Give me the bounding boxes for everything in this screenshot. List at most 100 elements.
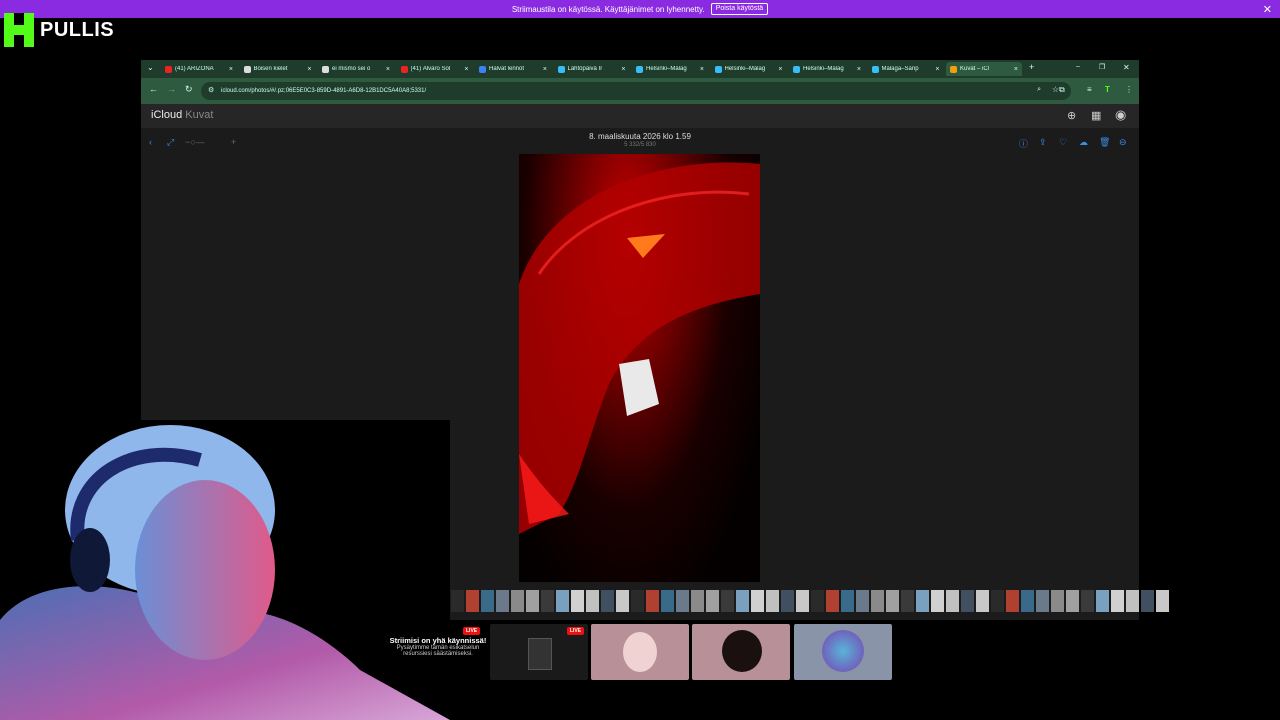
- filmstrip-thumbnail[interactable]: [676, 590, 689, 612]
- browser-tab[interactable]: Helsinki–Málag ×: [711, 62, 787, 76]
- filmstrip-thumbnail[interactable]: [616, 590, 629, 612]
- delete-icon[interactable]: 🗑: [1099, 137, 1110, 148]
- tab-close-icon[interactable]: ×: [307, 66, 311, 73]
- filmstrip-thumbnail[interactable]: [706, 590, 719, 612]
- browser-tab[interactable]: Halvat lennot ×: [475, 62, 551, 76]
- tab-close-icon[interactable]: ×: [778, 66, 782, 73]
- filmstrip-thumbnail[interactable]: [1096, 590, 1109, 612]
- filmstrip-thumbnail[interactable]: [481, 590, 494, 612]
- filmstrip-thumbnail[interactable]: [571, 590, 584, 612]
- filmstrip-thumbnail[interactable]: [826, 590, 839, 612]
- new-tab-button[interactable]: +: [1029, 62, 1034, 72]
- close-window-button[interactable]: ✕: [1123, 63, 1130, 72]
- tab-close-icon[interactable]: ×: [543, 66, 547, 73]
- filmstrip-thumbnail[interactable]: [511, 590, 524, 612]
- filmstrip-thumbnail[interactable]: [1066, 590, 1079, 612]
- filmstrip-thumbnail[interactable]: [601, 590, 614, 612]
- filmstrip-thumbnail[interactable]: [1126, 590, 1139, 612]
- filmstrip-thumbnail[interactable]: [796, 590, 809, 612]
- back-icon[interactable]: ←: [149, 84, 158, 94]
- preview-card-avatar-1[interactable]: [591, 624, 689, 680]
- photo-image[interactable]: [519, 154, 760, 582]
- preview-card-avatar-3[interactable]: [794, 624, 892, 680]
- app-grid-icon[interactable]: ▦: [1091, 109, 1101, 122]
- filmstrip-thumbnail[interactable]: [901, 590, 914, 612]
- filmstrip-thumbnail[interactable]: [691, 590, 704, 612]
- forward-icon[interactable]: →: [167, 84, 176, 94]
- more-options-icon[interactable]: ⊖: [1119, 137, 1127, 148]
- filmstrip-thumbnail[interactable]: [721, 590, 734, 612]
- filmstrip-thumbnail[interactable]: [1021, 590, 1034, 612]
- filmstrip-thumbnail[interactable]: [451, 590, 464, 612]
- filmstrip-thumbnail[interactable]: [751, 590, 764, 612]
- zoom-icon[interactable]: ⌕: [1037, 86, 1041, 94]
- filmstrip-thumbnail[interactable]: [1051, 590, 1064, 612]
- filmstrip-thumbnail[interactable]: [1156, 590, 1169, 612]
- browser-tab[interactable]: (41) ARIZONA ×: [161, 62, 237, 76]
- icloud-title[interactable]: iCloud Kuvat: [151, 109, 213, 121]
- info-icon[interactable]: ⓘ: [1019, 137, 1028, 150]
- browser-tab[interactable]: (41) Álvaro Sol ×: [397, 62, 473, 76]
- disable-streamer-mode-button[interactable]: Poista käytöstä: [710, 3, 769, 15]
- filmstrip-thumbnail[interactable]: [886, 590, 899, 612]
- browser-tab[interactable]: Boisen kielet ×: [240, 62, 316, 76]
- browser-menu-icon[interactable]: ⋮: [1125, 85, 1133, 94]
- tab-close-icon[interactable]: ×: [700, 66, 704, 73]
- filmstrip-thumbnail[interactable]: [961, 590, 974, 612]
- browser-tab[interactable]: Lähtöpäivä Ir ×: [554, 62, 630, 76]
- favorite-heart-icon[interactable]: ♡: [1059, 137, 1067, 148]
- tab-close-icon[interactable]: ×: [935, 66, 939, 73]
- banner-close-icon[interactable]: ✕: [1263, 3, 1272, 16]
- filmstrip-thumbnail[interactable]: [781, 590, 794, 612]
- filmstrip-thumbnail[interactable]: [1111, 590, 1124, 612]
- tab-close-icon[interactable]: ×: [1014, 66, 1018, 73]
- filmstrip-thumbnail[interactable]: [661, 590, 674, 612]
- download-icon[interactable]: ☁: [1079, 137, 1088, 148]
- filmstrip-thumbnail[interactable]: [1036, 590, 1049, 612]
- preview-card-avatar-2[interactable]: [692, 624, 790, 680]
- browser-tab[interactable]: Kuvat – iCl ×: [946, 62, 1022, 76]
- filmstrip-thumbnail[interactable]: [526, 590, 539, 612]
- filmstrip-thumbnail[interactable]: [1081, 590, 1094, 612]
- filmstrip-thumbnail[interactable]: [1141, 590, 1154, 612]
- filmstrip-thumbnail[interactable]: [586, 590, 599, 612]
- filmstrip-thumbnail[interactable]: [556, 590, 569, 612]
- filmstrip-thumbnail[interactable]: [976, 590, 989, 612]
- tab-close-icon[interactable]: ×: [464, 66, 468, 73]
- filmstrip-thumbnail[interactable]: [541, 590, 554, 612]
- filmstrip-thumbnail[interactable]: [946, 590, 959, 612]
- filmstrip-thumbnail[interactable]: [631, 590, 644, 612]
- plus-circle-icon[interactable]: ⊕: [1067, 109, 1076, 122]
- media-icon[interactable]: ≡: [1087, 85, 1092, 94]
- filmstrip-thumbnail[interactable]: [646, 590, 659, 612]
- browser-tab[interactable]: Helsinki–Málag ×: [632, 62, 708, 76]
- tab-close-icon[interactable]: ×: [386, 66, 390, 73]
- filmstrip-thumbnail[interactable]: [991, 590, 1004, 612]
- filmstrip-thumbnail[interactable]: [1006, 590, 1019, 612]
- maximize-button[interactable]: ❐: [1099, 63, 1105, 71]
- minimize-button[interactable]: –: [1076, 63, 1080, 70]
- bookmark-star-icon[interactable]: ☆: [1052, 85, 1059, 94]
- reload-icon[interactable]: ↻: [185, 84, 193, 95]
- browser-tab[interactable]: ei mismo sei o ×: [318, 62, 394, 76]
- account-icon[interactable]: ◉: [1115, 107, 1126, 123]
- filmstrip-thumbnail[interactable]: [811, 590, 824, 612]
- extensions-icon[interactable]: ⧉: [1059, 85, 1065, 95]
- filmstrip-thumbnail[interactable]: [931, 590, 944, 612]
- tab-close-icon[interactable]: ×: [857, 66, 861, 73]
- profile-avatar[interactable]: T: [1105, 85, 1110, 94]
- filmstrip-thumbnail[interactable]: [916, 590, 929, 612]
- tab-search-icon[interactable]: ⌄: [147, 63, 154, 72]
- filmstrip-thumbnail[interactable]: [496, 590, 509, 612]
- filmstrip-thumbnail[interactable]: [466, 590, 479, 612]
- photo-filmstrip[interactable]: [331, 588, 1169, 614]
- filmstrip-thumbnail[interactable]: [766, 590, 779, 612]
- live-preview-card[interactable]: LIVE: [490, 624, 588, 680]
- browser-tab[interactable]: Málaga–Sanp ×: [868, 62, 944, 76]
- site-info-icon[interactable]: ⚙: [208, 86, 214, 94]
- tab-close-icon[interactable]: ×: [229, 66, 233, 73]
- address-bar[interactable]: ⚙ icloud.com/photos/#/.pz;06E5E0C3-859D-…: [201, 82, 1071, 100]
- filmstrip-thumbnail[interactable]: [871, 590, 884, 612]
- tab-close-icon[interactable]: ×: [621, 66, 625, 73]
- filmstrip-thumbnail[interactable]: [841, 590, 854, 612]
